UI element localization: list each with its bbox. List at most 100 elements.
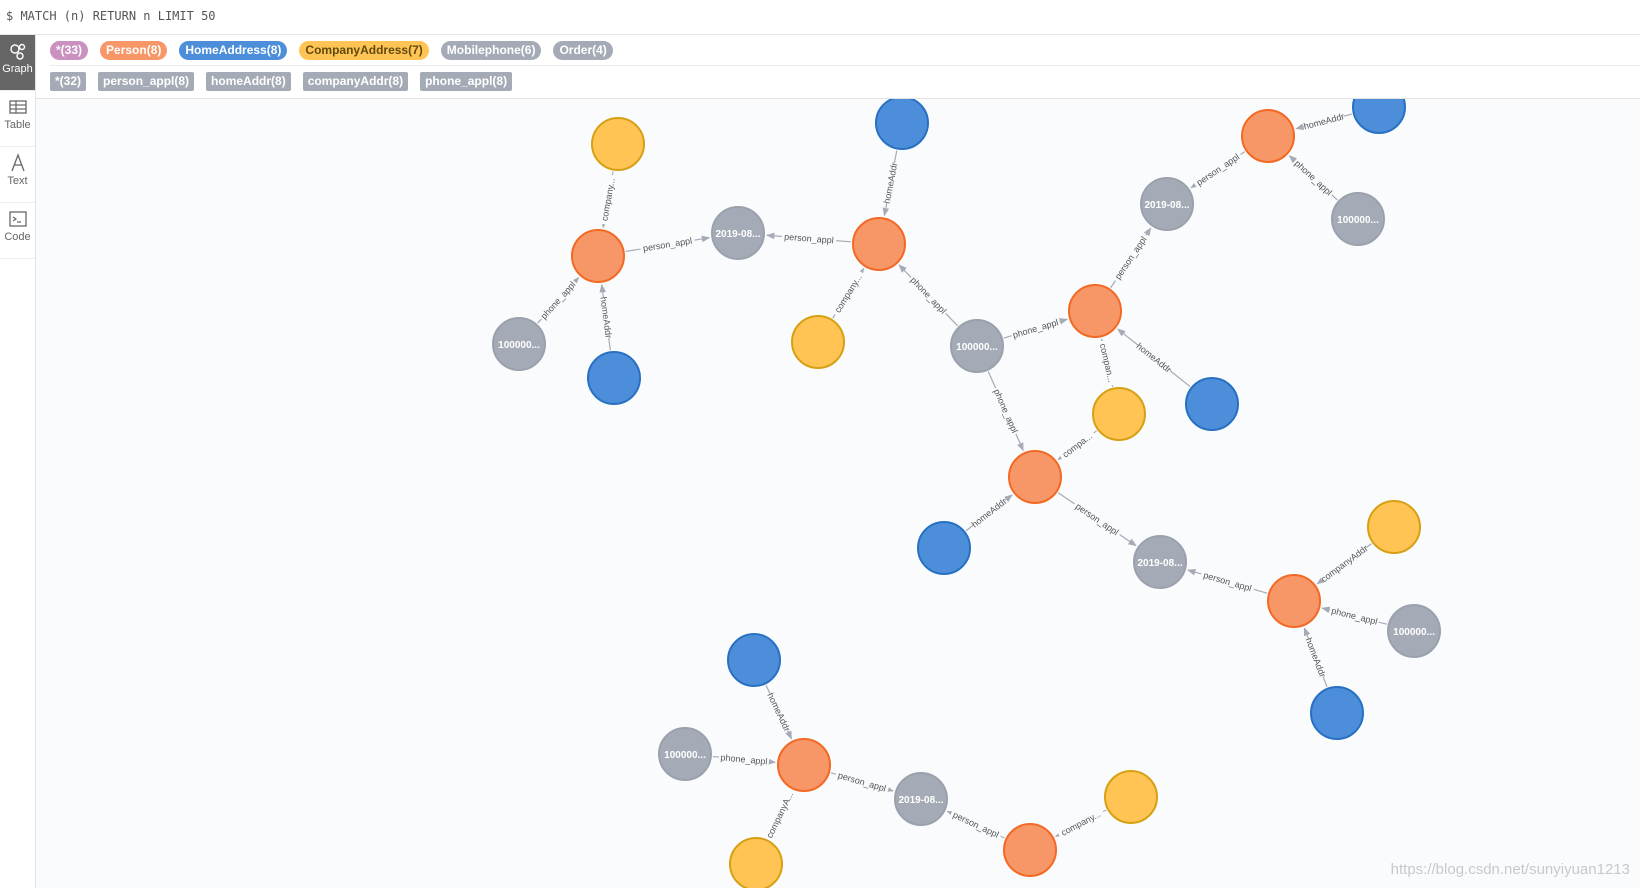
node-person[interactable] — [1008, 450, 1062, 504]
node-circle[interactable] — [1008, 450, 1062, 504]
node-company[interactable] — [1104, 770, 1158, 824]
node-circle[interactable] — [1104, 770, 1158, 824]
text-view-button[interactable]: Text — [0, 147, 35, 203]
relationship-company[interactable]: company... — [598, 171, 618, 229]
node-circle[interactable] — [791, 315, 845, 369]
relationship-company[interactable]: company... — [1054, 807, 1107, 840]
node-home[interactable] — [1352, 99, 1406, 134]
graph-canvas[interactable]: company... person_appl phone_appl homeAddr h… — [36, 99, 1640, 888]
node-phone[interactable]: 100000... — [1387, 604, 1441, 658]
relationship-phone-appl[interactable]: phone_appl — [1003, 316, 1069, 341]
label-pill-all[interactable]: *(33) — [50, 40, 89, 60]
relationship-person-appl[interactable]: person_appl — [1190, 150, 1246, 190]
node-home[interactable] — [875, 99, 929, 150]
node-home[interactable] — [727, 633, 781, 687]
relationship-person-appl[interactable]: person_appl — [766, 231, 852, 246]
node-person[interactable] — [1068, 284, 1122, 338]
node-phone[interactable]: 100000... — [1331, 192, 1385, 246]
relationship-person-appl[interactable]: person_appl — [946, 808, 1005, 841]
node-home[interactable] — [587, 351, 641, 405]
relationship-homeAddr[interactable]: homeAddr — [598, 283, 614, 351]
relationship-person-appl[interactable]: person_appl — [830, 769, 894, 795]
node-company[interactable] — [1367, 500, 1421, 554]
node-circle[interactable] — [875, 99, 929, 150]
node-person[interactable] — [852, 217, 906, 271]
label-pill-person[interactable]: Person(8) — [100, 40, 168, 60]
relationship-phone-appl[interactable]: phone_appl — [712, 752, 776, 767]
node-circle[interactable] — [1267, 574, 1321, 628]
graph-svg[interactable]: company...person_applphone_appl homeAddrh… — [36, 99, 1640, 888]
node-company[interactable] — [591, 117, 645, 171]
node-person[interactable] — [571, 229, 625, 283]
node-person[interactable] — [1267, 574, 1321, 628]
relationship-person-appl[interactable]: person_appl — [1187, 568, 1268, 595]
table-view-button[interactable]: Table — [0, 91, 35, 147]
relationship-companyA[interactable]: companyA... — [763, 788, 797, 842]
label-pill-companyaddress[interactable]: CompanyAddress(7) — [299, 40, 429, 60]
relationship-phone-appl[interactable]: phone_appl — [987, 371, 1024, 452]
relationship-person-appl[interactable]: person_appl — [1057, 492, 1137, 547]
node-circle[interactable] — [1367, 500, 1421, 554]
node-order[interactable]: 2019-08... — [1133, 535, 1187, 589]
relationship-homeAddr[interactable]: homeAddr — [1117, 328, 1191, 388]
rel-pill-person-appl[interactable]: person_appl(8) — [98, 71, 195, 91]
relationship-phone-appl[interactable]: phone_appl — [537, 276, 580, 324]
relationship-homeAddr[interactable]: homeAddr — [1304, 627, 1328, 688]
node-person[interactable] — [1003, 823, 1057, 877]
node-home[interactable] — [1310, 686, 1364, 740]
node-person[interactable] — [1241, 109, 1295, 163]
node-home[interactable] — [1185, 377, 1239, 431]
relationship-homeAddr[interactable]: homeAddr — [1295, 111, 1353, 131]
node-circle[interactable] — [1003, 823, 1057, 877]
node-order[interactable]: 2019-08... — [894, 772, 948, 826]
relationship-company[interactable]: company... — [830, 267, 866, 319]
rel-pill-phone-appl[interactable]: phone_appl(8) — [420, 71, 513, 91]
node-circle[interactable] — [1241, 109, 1295, 163]
node-circle[interactable] — [1352, 99, 1406, 134]
relationship-homeAddr[interactable]: homeAddr — [965, 494, 1013, 532]
query-bar[interactable]: $ MATCH (n) RETURN n LIMIT 50 — [0, 0, 1640, 35]
relationship-person-appl[interactable]: person_appl — [1110, 227, 1152, 289]
node-circle[interactable] — [571, 229, 625, 283]
node-circle[interactable] — [1092, 387, 1146, 441]
node-circle[interactable] — [777, 738, 831, 792]
node-person[interactable] — [777, 738, 831, 792]
node-home[interactable] — [917, 521, 971, 575]
node-circle[interactable] — [1310, 686, 1364, 740]
node-company[interactable] — [729, 837, 783, 888]
relationship-phone-appl[interactable]: phone_appl — [1288, 155, 1338, 201]
relationship-phone-appl[interactable]: phone_appl — [1321, 605, 1387, 628]
relationship-label: company... — [833, 272, 864, 314]
rel-pill-companyaddr[interactable]: companyAddr(8) — [302, 71, 409, 91]
code-view-button[interactable]: Code — [0, 203, 35, 259]
relationship-person-appl[interactable]: person_appl — [625, 235, 711, 254]
node-company[interactable] — [1092, 387, 1146, 441]
node-circle[interactable] — [729, 837, 783, 888]
node-phone[interactable]: 100000... — [950, 319, 1004, 373]
node-circle[interactable] — [917, 521, 971, 575]
relationship-compa[interactable]: compa... — [1057, 428, 1097, 462]
relationship-homeAddr[interactable]: homeAddr — [765, 685, 792, 740]
label-pill-mobilephone[interactable]: Mobilephone(6) — [440, 40, 542, 60]
label-pill-name: Mobilephone — [446, 42, 521, 57]
node-circle[interactable] — [591, 117, 645, 171]
node-phone[interactable]: 100000... — [658, 727, 712, 781]
graph-view-button[interactable]: Graph — [0, 35, 35, 91]
rel-pill-all[interactable]: *(32) — [50, 71, 87, 91]
node-company[interactable] — [791, 315, 845, 369]
node-order[interactable]: 2019-08... — [1140, 177, 1194, 231]
relationship-companyAddr[interactable]: companyAddr — [1316, 543, 1372, 585]
label-pill-homeaddress[interactable]: HomeAddress(8) — [179, 40, 288, 60]
rel-pill-homeaddr[interactable]: homeAddr(8) — [206, 71, 291, 91]
label-pill-order[interactable]: Order(4) — [553, 40, 613, 60]
node-circle[interactable] — [1185, 377, 1239, 431]
node-circle[interactable] — [1068, 284, 1122, 338]
node-circle[interactable] — [727, 633, 781, 687]
relationship-compan[interactable]: compan... — [1097, 338, 1118, 387]
node-circle[interactable] — [852, 217, 906, 271]
relationship-phone-appl[interactable]: phone_appl — [898, 264, 959, 327]
node-phone[interactable]: 100000... — [492, 317, 546, 371]
node-order[interactable]: 2019-08... — [711, 206, 765, 260]
node-circle[interactable] — [587, 351, 641, 405]
relationship-homeAddr[interactable]: homeAddr — [882, 150, 900, 217]
